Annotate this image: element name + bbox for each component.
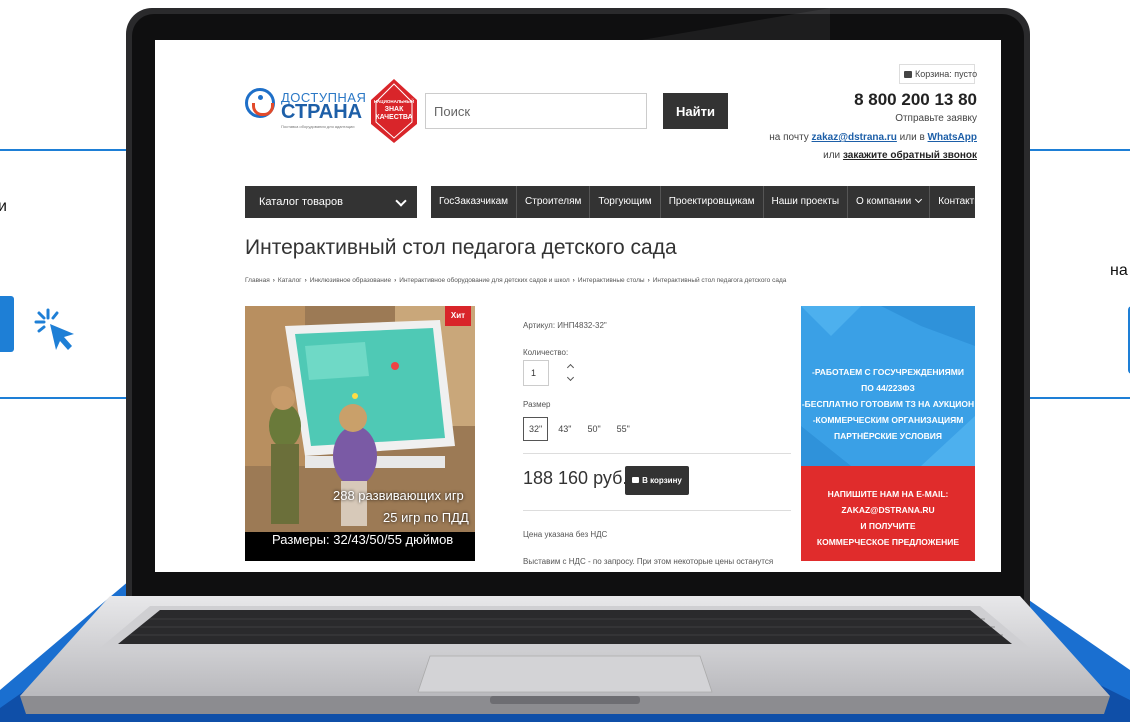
nds-note-2: Выставим с НДС - по запросу. При этом не… — [523, 557, 774, 566]
browser-screen: ДОСТУПНАЯ СТРАНА Поставка оборудования д… — [155, 40, 1001, 572]
chevron-down-icon[interactable] — [566, 373, 575, 382]
search-input[interactable] — [425, 93, 647, 129]
banner-top-line1: -РАБОТАЕМ С ГОСУЧРЕЖДЕНИЯМИ — [812, 367, 964, 377]
badge-line1: НАЦИОНАЛЬНЫЙ — [373, 99, 415, 104]
photo-caption-2: 25 игр по ПДД — [383, 510, 469, 525]
size-options: 32" 43" 50" 55" — [523, 417, 636, 441]
callback-prefix: или — [823, 150, 843, 161]
phone-number[interactable]: 8 800 200 13 80 — [854, 90, 977, 110]
breadcrumb-inclusive[interactable]: Инклюзивное образование — [310, 277, 391, 284]
nds-note: Цена указана без НДС — [523, 530, 608, 539]
product-price: 188 160 руб. — [523, 468, 628, 488]
right-cut-text: на — [1110, 262, 1128, 279]
banner-top-line3: -БЕСПЛАТНО ГОТОВИМ ТЗ НА АУКЦИОН — [801, 399, 975, 409]
cart-widget[interactable]: Корзина: пусто — [899, 64, 978, 84]
page-title: Интерактивный стол педагога детского сад… — [245, 236, 677, 259]
cart-label: Корзина: пусто — [915, 69, 978, 79]
banner-bottom-line2: ZAKAZ@DSTRANA.RU — [841, 505, 935, 515]
divider — [523, 453, 791, 454]
mail-or: или в — [896, 132, 928, 143]
nav-designers[interactable]: Проектировщикам — [661, 186, 764, 218]
cart-icon — [632, 477, 640, 483]
breadcrumb-tables[interactable]: Интерактивные столы — [578, 277, 645, 284]
catalog-label: Каталог товаров — [259, 196, 343, 208]
add-to-cart-button[interactable]: В корзину — [625, 466, 689, 495]
photo-caption-1: 288 развивающих игр — [333, 488, 464, 503]
right-bottom-rule — [1030, 397, 1130, 399]
banner-top-line4: -КОММЕРЧЕСКИМ ОРГАНИЗАЦИЯМ — [812, 415, 964, 425]
banner-top-line2: ПО 44/223ФЗ — [861, 383, 915, 393]
logo-tagline: Поставка оборудования для адаптации — [281, 124, 355, 129]
site-logo[interactable]: ДОСТУПНАЯ СТРАНА Поставка оборудования д… — [245, 80, 366, 130]
mail-line: на почту zakaz@dstrana.ru или в WhatsApp — [769, 132, 977, 143]
breadcrumb-catalog[interactable]: Каталог — [278, 277, 302, 284]
email-link[interactable]: zakaz@dstrana.ru — [812, 132, 897, 143]
breadcrumb-home[interactable]: Главная — [245, 277, 270, 284]
breadcrumb-current: Интерактивный стол педагога детского сад… — [652, 277, 787, 284]
cart-icon — [904, 71, 912, 78]
accessibility-logo-icon — [245, 88, 275, 118]
badge-line2: ЗНАК — [384, 106, 404, 113]
size-label: Размер — [523, 400, 551, 409]
banner-bottom-line4: КОММЕРЧЕСКОЕ ПРЕДЛОЖЕНИЕ — [816, 537, 960, 547]
size-option-50[interactable]: 50" — [581, 417, 606, 441]
product-article: Артикул: ИНП4832-32" — [523, 321, 607, 330]
left-blue-button — [0, 296, 14, 352]
size-option-55[interactable]: 55" — [611, 417, 636, 441]
callback-line: или закажите обратный звонок — [823, 150, 977, 161]
search-button[interactable]: Найти — [663, 93, 728, 129]
banner-bottom-line3: И ПОЛУЧИТЕ — [860, 521, 916, 531]
product-photo[interactable]: Хит 288 развивающих игр 25 игр по ПДД Ра… — [245, 306, 475, 561]
quantity-label: Количество: — [523, 348, 569, 357]
promo-banner[interactable]: -РАБОТАЕМ С ГОСУЧРЕЖДЕНИЯМИ ПО 44/223ФЗ … — [801, 306, 975, 561]
banner-top-line5: ПАРТНЁРСКИЕ УСЛОВИЯ — [834, 431, 942, 441]
nav-projects[interactable]: Наши проекты — [764, 186, 849, 218]
left-bottom-rule — [0, 397, 126, 399]
left-cut-text: и — [0, 198, 7, 215]
divider — [523, 510, 791, 511]
photo-caption-3: Размеры: 32/43/50/55 дюймов — [272, 532, 454, 547]
quantity-input[interactable]: 1 — [523, 360, 549, 386]
laptop-base — [0, 596, 1130, 722]
nav-gos[interactable]: ГосЗаказчикам — [431, 186, 518, 218]
size-option-32[interactable]: 32" — [523, 417, 549, 441]
size-option-43[interactable]: 43" — [552, 417, 577, 441]
right-top-rule — [1030, 149, 1130, 151]
whatsapp-link[interactable]: WhatsApp — [928, 132, 977, 143]
screen-glare — [590, 8, 830, 42]
callback-link[interactable]: закажите обратный звонок — [843, 150, 977, 161]
catalog-menu-button[interactable]: Каталог товаров — [245, 186, 417, 218]
nav-about[interactable]: О компании — [848, 186, 931, 218]
chevron-down-icon — [915, 195, 923, 204]
nav-builders[interactable]: Строителям — [517, 186, 591, 218]
chevron-down-icon — [395, 195, 407, 207]
chevron-up-icon[interactable] — [566, 363, 575, 372]
main-nav: ГосЗаказчикам Строителям Торгующим Проек… — [431, 186, 981, 218]
add-to-cart-label: В корзину — [642, 476, 682, 485]
nav-traders[interactable]: Торгующим — [590, 186, 661, 218]
quality-badge: НАЦИОНАЛЬНЫЙ ЗНАК КАЧЕСТВА — [370, 78, 418, 144]
mail-prefix: на почту — [769, 132, 812, 143]
breadcrumb: Главная › Каталог › Инклюзивное образование ›… — [245, 277, 787, 284]
hit-badge: Хит — [445, 306, 471, 326]
left-top-rule — [0, 149, 126, 151]
badge-line3: КАЧЕСТВА — [375, 114, 413, 121]
breadcrumb-interactive[interactable]: Интерактивное оборудование для детских с… — [399, 277, 569, 284]
request-text: Отправьте заявку — [895, 113, 977, 124]
click-cursor-icon — [34, 308, 80, 354]
nav-about-label: О компании — [856, 196, 912, 207]
logo-line2: СТРАНА — [281, 101, 363, 123]
nav-contacts[interactable]: Контакты — [930, 186, 989, 218]
quantity-stepper[interactable] — [566, 362, 575, 384]
banner-bottom-line1: НАПИШИТЕ НАМ НА E-MAIL: — [827, 489, 949, 499]
